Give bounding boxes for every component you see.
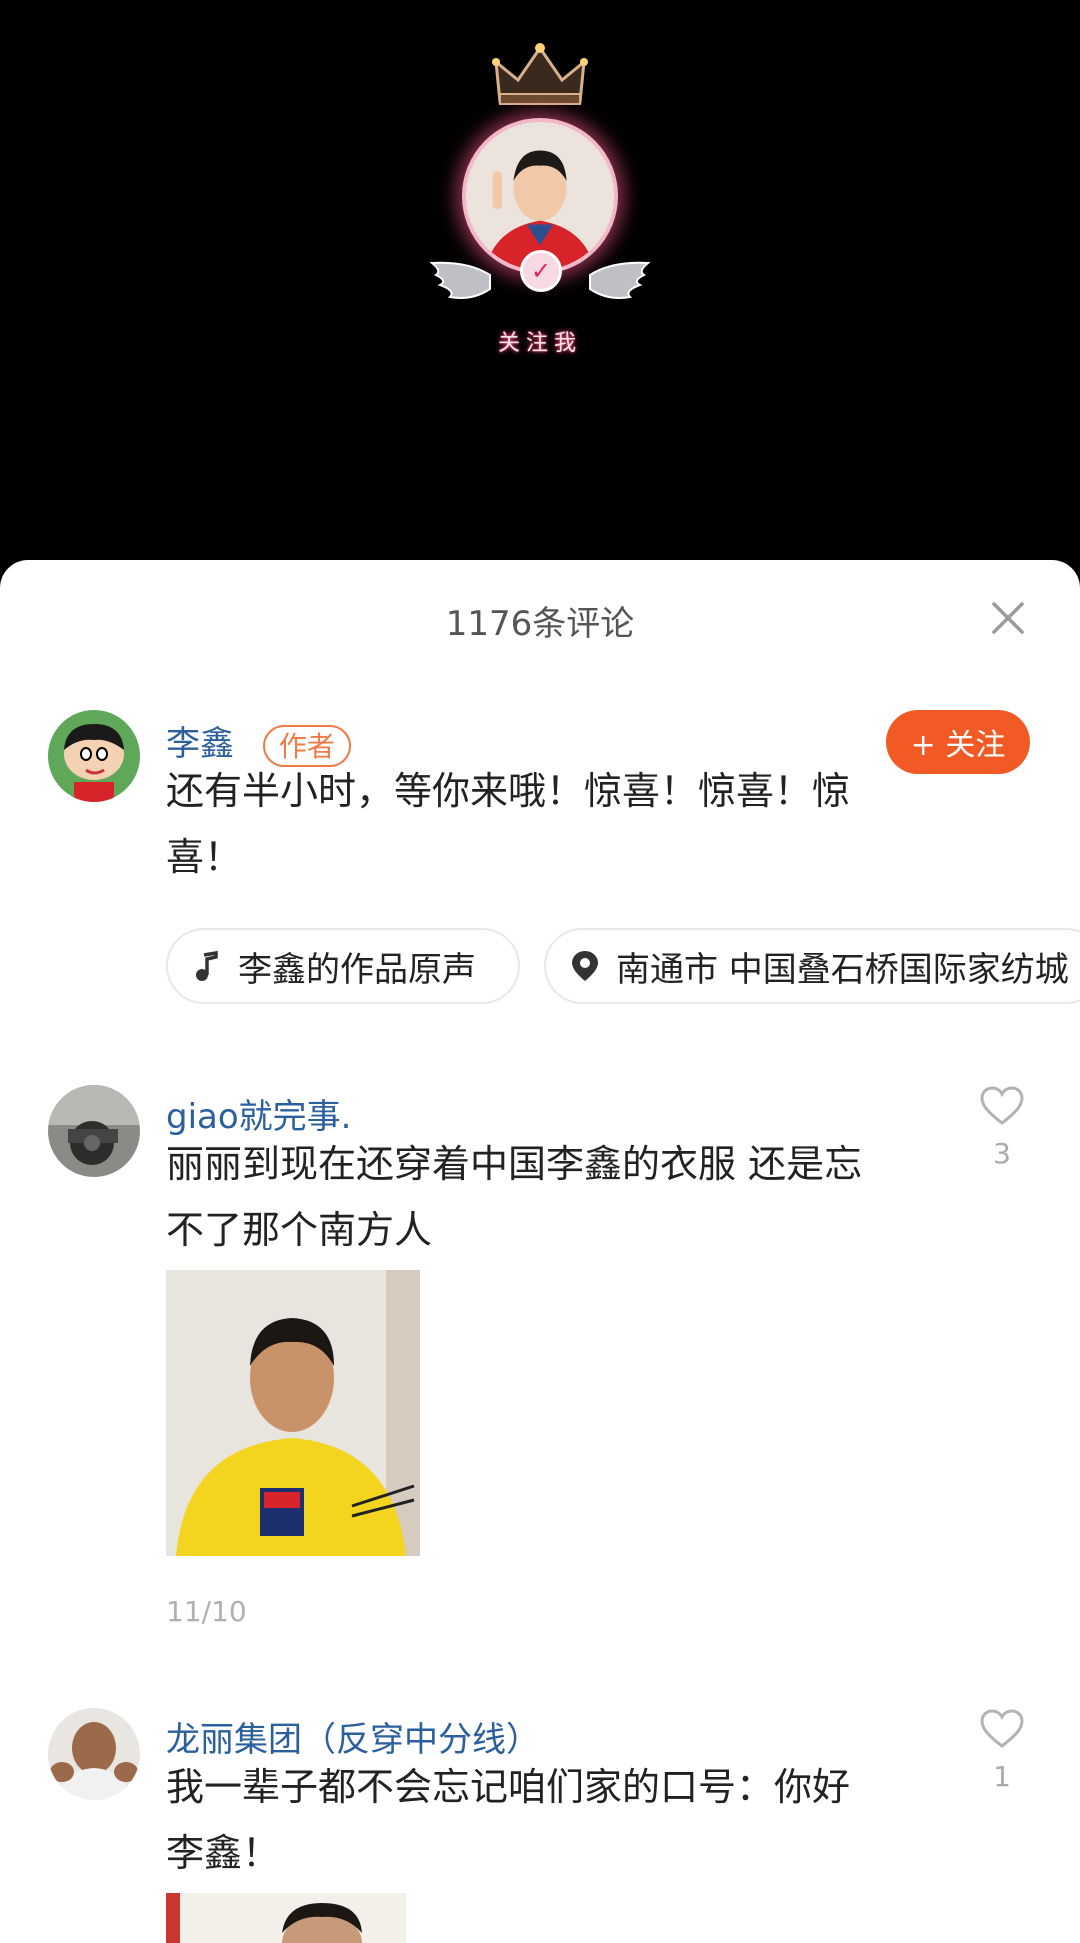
like-count: 1 bbox=[993, 1760, 1011, 1793]
commenter-avatar[interactable] bbox=[48, 1085, 140, 1177]
profile-photo bbox=[466, 122, 614, 270]
video-area[interactable]: ✓ 关注我 bbox=[0, 0, 1080, 570]
comment-sheet: 1176条评论 李鑫 作者 + 关注 还有半小时，等你来哦！惊喜！惊喜！惊喜！ bbox=[0, 560, 1080, 1943]
wing-right-icon bbox=[589, 261, 651, 299]
author-comment-text: 还有半小时，等你来哦！惊喜！惊喜！惊喜！ bbox=[166, 769, 851, 879]
comment-image[interactable] bbox=[166, 1893, 406, 1943]
wing-left-icon bbox=[429, 261, 491, 299]
location-chip-label: 南通市 中国叠石桥国际家纺城 bbox=[616, 949, 1069, 990]
close-icon[interactable] bbox=[988, 598, 1028, 638]
location-pin-icon bbox=[572, 951, 598, 981]
comment-date: 11/10 bbox=[166, 1595, 247, 1628]
comment-image[interactable] bbox=[166, 1270, 420, 1556]
music-chip-label: 李鑫的作品原声 bbox=[238, 949, 476, 990]
crown-icon bbox=[492, 43, 588, 105]
follow-button[interactable]: + 关注 bbox=[886, 710, 1030, 774]
comment-text: 丽丽到现在还穿着中国李鑫的衣服 还是忘不了那个南方人 bbox=[166, 1142, 863, 1252]
author-avatar[interactable] bbox=[48, 710, 140, 802]
profile-badge[interactable]: ✓ 关注我 bbox=[429, 40, 651, 360]
commenter-avatar[interactable] bbox=[48, 1708, 140, 1800]
comment-text: 我一辈子都不会忘记咱们家的口号：你好李鑫！ bbox=[166, 1765, 851, 1875]
like-count: 3 bbox=[993, 1137, 1011, 1170]
music-chip[interactable]: 李鑫的作品原声 bbox=[166, 928, 520, 1004]
follow-me-label[interactable]: 关注我 bbox=[432, 325, 648, 357]
check-icon[interactable]: ✓ bbox=[520, 250, 562, 292]
like-button[interactable]: 1 bbox=[978, 1708, 1026, 1793]
music-note-icon bbox=[196, 950, 218, 981]
heart-icon bbox=[980, 1709, 1024, 1748]
heart-icon bbox=[980, 1086, 1024, 1125]
location-chip[interactable]: 南通市 中国叠石桥国际家纺城 bbox=[544, 928, 1080, 1004]
comment-count-title: 1176条评论 bbox=[445, 604, 635, 644]
like-button[interactable]: 3 bbox=[978, 1085, 1026, 1170]
